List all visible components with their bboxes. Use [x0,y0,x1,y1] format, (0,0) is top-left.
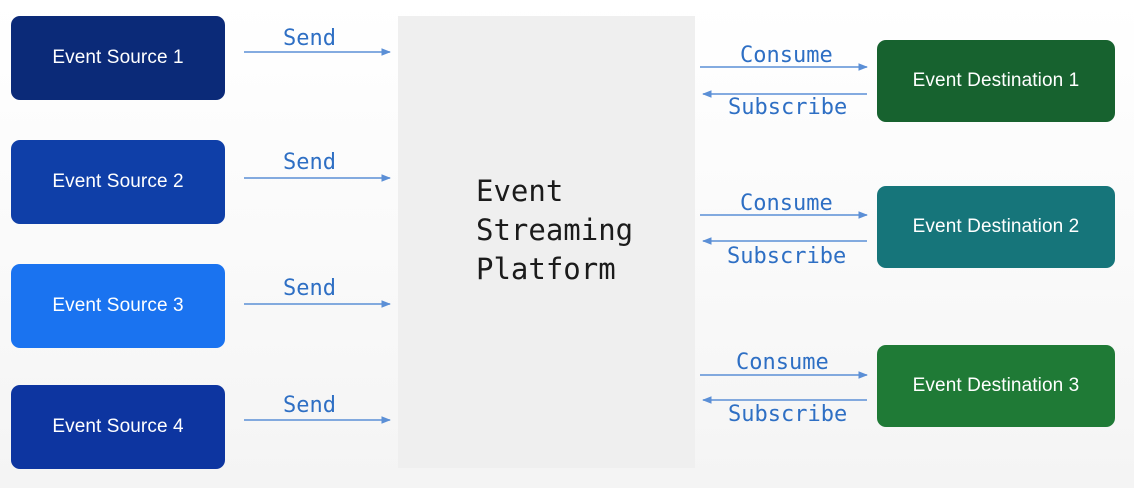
diagram-canvas: Event Streaming Platform Event Source 1 … [0,0,1134,488]
arrows-layer [244,48,868,424]
